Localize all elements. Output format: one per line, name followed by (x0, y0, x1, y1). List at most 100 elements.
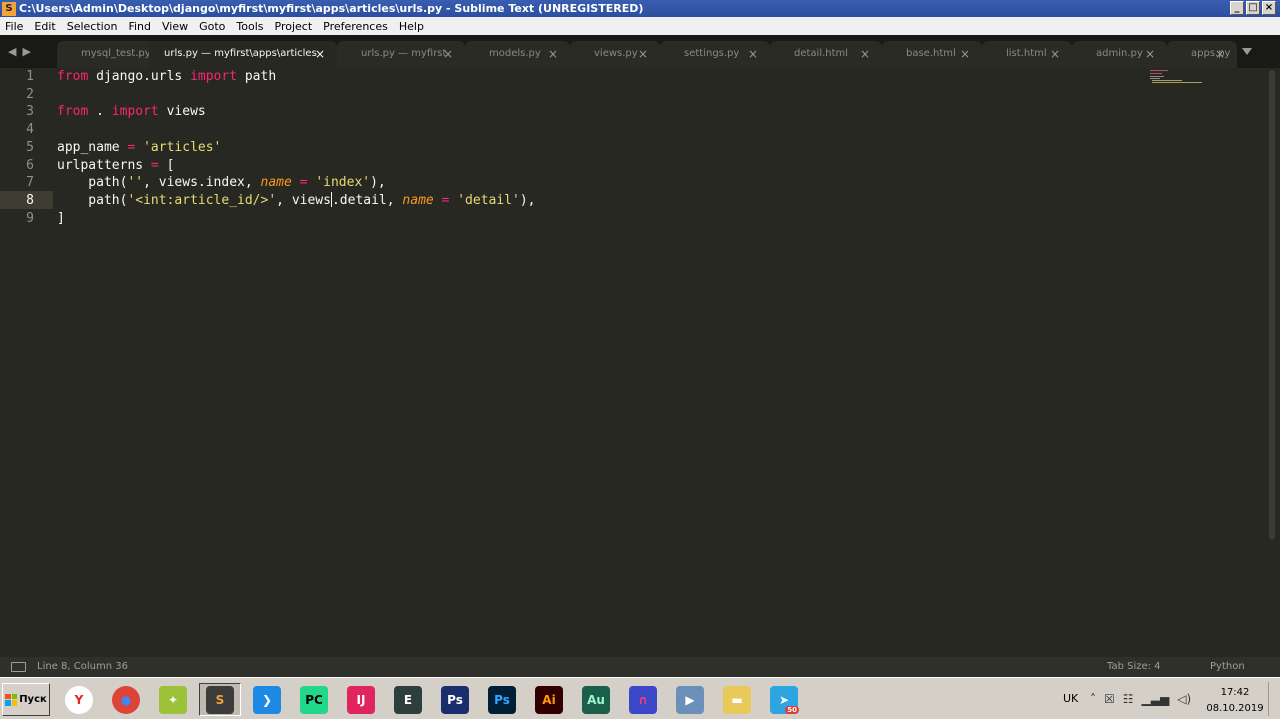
volume-icon[interactable]: ◁) (1177, 692, 1191, 706)
status-bar: Line 8, Column 36 Tab Size: 4 Python (0, 657, 1280, 677)
menu-find[interactable]: Find (123, 20, 157, 33)
menu-help[interactable]: Help (394, 20, 430, 33)
show-hidden-icons-icon[interactable]: ˄ (1090, 692, 1096, 706)
keyword-token: import (190, 69, 238, 84)
photoshop-icon-dark: Ps (441, 685, 469, 714)
scrollbar-thumb[interactable] (1269, 70, 1275, 540)
maximize-button[interactable]: □ (1246, 1, 1260, 15)
tab-7[interactable]: base.html × (882, 41, 982, 68)
menu-goto[interactable]: Goto (194, 20, 231, 33)
tab-close-icon[interactable]: × (860, 47, 870, 61)
code-token: path( (57, 175, 128, 191)
code-token: views (158, 104, 206, 120)
tab-10[interactable]: apps.py × (1167, 41, 1237, 68)
headphones-icon: ∩ (629, 685, 657, 714)
tab-close-icon[interactable]: × (443, 47, 453, 61)
code-token: django.urls (88, 69, 191, 84)
tab-close-icon[interactable]: × (548, 47, 558, 61)
menu-project[interactable]: Project (270, 20, 319, 33)
clock[interactable]: 17:42 08.10.2019 (1200, 685, 1270, 717)
menu-file[interactable]: File (0, 20, 29, 33)
menu-edit[interactable]: Edit (29, 20, 61, 33)
tab-navigation: ◀ ▶ (8, 45, 31, 58)
tab-9[interactable]: admin.py × (1072, 41, 1167, 68)
code-editor[interactable]: 123456789 from django.urls import path fr… (0, 68, 1268, 657)
code-token: ), (370, 175, 386, 191)
taskbar-app-chrome[interactable]: ● (105, 683, 147, 716)
taskbar-app-sublime-text[interactable]: S (199, 683, 241, 716)
tab-2[interactable]: urls.py — myfirst × (337, 41, 465, 68)
taskbar-app-lime-app[interactable]: ✦ (152, 683, 194, 716)
tab-6[interactable]: detail.html × (770, 41, 882, 68)
taskbar-app-audition[interactable]: Au (575, 683, 617, 716)
minimap[interactable] (1148, 68, 1208, 88)
taskbar-app-headphones[interactable]: ∩ (622, 683, 664, 716)
taskbar-app-intellij[interactable]: IJ (340, 683, 382, 716)
tab-label: settings.py (684, 48, 740, 59)
taskbar-app-photoshop-dark[interactable]: Ps (434, 683, 476, 716)
tab-prev-icon[interactable]: ◀ (8, 45, 16, 58)
code-token: ), (519, 192, 536, 208)
start-button[interactable]: Пуск (2, 683, 50, 716)
taskbar-app-photoshop[interactable]: Ps (481, 683, 523, 716)
menu-preferences[interactable]: Preferences (318, 20, 394, 33)
tab-list-dropdown-icon[interactable] (1242, 48, 1252, 55)
show-desktop-button[interactable] (1268, 682, 1278, 716)
tab-3[interactable]: models.py × (465, 41, 570, 68)
photoshop-icon: Ps (488, 685, 516, 714)
tab-label: base.html (906, 48, 956, 59)
intellij-icon: IJ (347, 685, 375, 714)
menu-tools[interactable]: Tools (231, 20, 269, 33)
panel-toggle-icon[interactable] (11, 662, 26, 672)
illustrator-icon: Ai (535, 685, 563, 714)
code-line[interactable]: from django.urls import path (57, 68, 276, 86)
taskbar-app-illustrator[interactable]: Ai (528, 683, 570, 716)
tab-close-icon[interactable]: × (638, 47, 648, 61)
battery-icon[interactable]: ☷ (1123, 692, 1134, 706)
tab-label: detail.html (794, 48, 849, 59)
tab-close-icon[interactable]: × (1145, 47, 1155, 61)
tab-close-icon[interactable]: × (1215, 47, 1225, 61)
taskbar-app-pycharm[interactable]: PC (293, 683, 335, 716)
code-line[interactable]: ] (57, 210, 65, 228)
network-error-icon[interactable]: ☒ (1104, 692, 1115, 706)
syntax-mode[interactable]: Python (1210, 661, 1245, 672)
keyboard-language[interactable]: UK (1063, 692, 1078, 705)
audition-icon: Au (582, 685, 610, 714)
tab-size[interactable]: Tab Size: 4 (1107, 661, 1161, 672)
tab-next-icon[interactable]: ▶ (22, 45, 30, 58)
tab-5[interactable]: settings.py × (660, 41, 770, 68)
taskbar-app-folder[interactable]: ▬ (716, 683, 758, 716)
tab-1[interactable]: urls.py — myfirst\apps\articles × (149, 41, 337, 68)
line-number: 1 (26, 69, 34, 84)
tab-4[interactable]: views.py × (570, 41, 660, 68)
menu-selection[interactable]: Selection (62, 20, 124, 33)
taskbar-app-media-player[interactable]: ▶ (669, 683, 711, 716)
tab-8[interactable]: list.html × (982, 41, 1072, 68)
tab-close-icon[interactable]: × (748, 47, 758, 61)
parameter-token: name (402, 192, 434, 208)
string-token: 'articles' (143, 139, 222, 155)
menu-view[interactable]: View (157, 20, 194, 33)
taskbar-app-eclipse-text[interactable]: E (387, 683, 429, 716)
minimize-button[interactable]: _ (1230, 1, 1244, 15)
eclipse-text-icon: E (394, 685, 422, 714)
line-number: 7 (26, 175, 34, 191)
taskbar-app-vscode[interactable]: ❯ (246, 683, 288, 716)
code-line[interactable]: from . import views (57, 103, 206, 121)
code-line[interactable]: path('', views.index, name = 'index'), (57, 174, 386, 192)
close-button[interactable]: × (1262, 1, 1276, 15)
code-line[interactable]: app_name = 'articles' (57, 139, 221, 157)
cursor-position[interactable]: Line 8, Column 36 (37, 661, 128, 672)
tab-bar: ◀ ▶ mysql_test.py×urls.py — myfirst\apps… (0, 35, 1280, 68)
tab-close-icon[interactable]: × (1050, 47, 1060, 61)
tab-close-icon[interactable]: × (315, 47, 325, 61)
taskbar-app-yandex-browser[interactable]: Y (58, 683, 100, 716)
signal-icon[interactable]: ▁▃▅ (1142, 692, 1170, 706)
code-line[interactable]: path('<int:article_id/>', views.detail, … (57, 191, 536, 210)
line-number: 8 (26, 192, 34, 208)
taskbar-app-telegram[interactable]: ➤ 50 (763, 683, 805, 716)
tab-close-icon[interactable]: × (960, 47, 970, 61)
code-line[interactable]: urlpatterns = [ (57, 157, 174, 175)
